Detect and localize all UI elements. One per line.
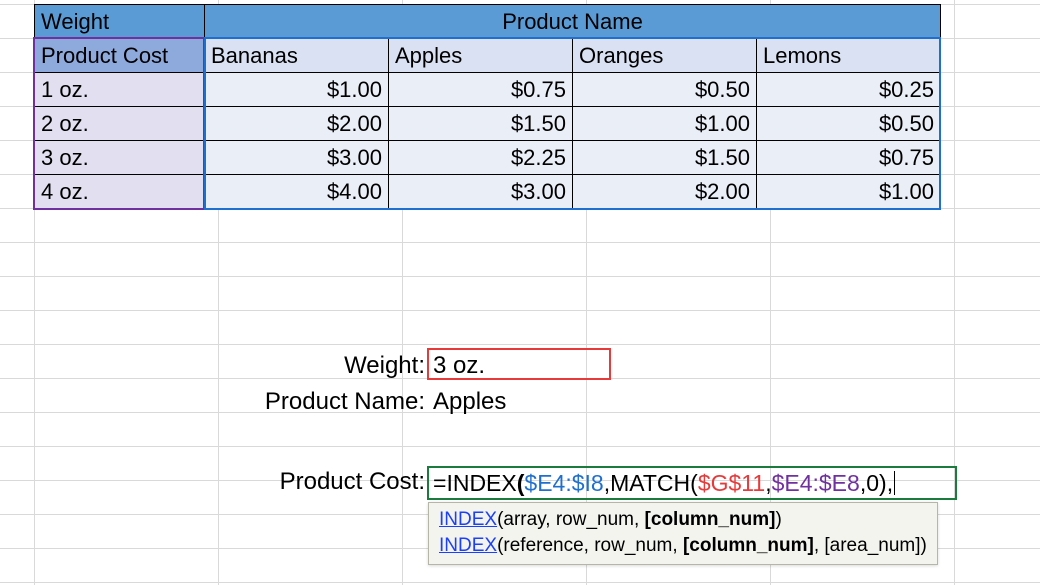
row-label-cell[interactable]: 2 oz. <box>35 107 205 141</box>
row-label-cell[interactable]: 1 oz. <box>35 73 205 107</box>
data-cell[interactable]: $0.75 <box>757 141 941 175</box>
weight-input-cell[interactable]: 3 oz. <box>429 350 613 382</box>
row-header-label-cell[interactable]: Product Cost <box>35 39 205 73</box>
tooltip-fn-link[interactable]: INDEX <box>439 535 497 556</box>
table-row[interactable]: 2 oz. $2.00 $1.50 $1.00 $0.50 <box>35 107 941 141</box>
product-cost-table[interactable]: Weight Product Name Product Cost Bananas… <box>34 4 941 209</box>
data-cell[interactable]: $0.50 <box>757 107 941 141</box>
text-caret-icon <box>894 471 895 495</box>
formula-edit-row: Product Cost: = INDEX ( $E4:$I8 , MATCH … <box>255 466 957 500</box>
product-cost-label: Product Cost: <box>255 466 425 496</box>
corner-header-label: Weight <box>41 9 109 34</box>
formula-rparen2: ) <box>879 470 887 497</box>
formula-input-cell[interactable]: = INDEX ( $E4:$I8 , MATCH ( $G$11 , $E4:… <box>427 466 957 500</box>
formula-fn-match: MATCH <box>610 470 690 497</box>
row-label-cell[interactable]: 4 oz. <box>35 175 205 209</box>
data-cell[interactable]: $1.50 <box>389 107 573 141</box>
weight-value: 3 oz. <box>433 352 485 380</box>
data-cell[interactable]: $1.50 <box>573 141 757 175</box>
data-cell[interactable]: $2.25 <box>389 141 573 175</box>
formula-lparen1: ( <box>517 470 525 497</box>
data-cell[interactable]: $2.00 <box>205 107 389 141</box>
product-name-value: Apples <box>433 388 506 416</box>
data-cell[interactable]: $4.00 <box>205 175 389 209</box>
data-cell[interactable]: $2.00 <box>573 175 757 209</box>
col-header-oranges[interactable]: Oranges <box>573 39 757 73</box>
formula-eq: = <box>433 470 446 497</box>
col-header-bananas[interactable]: Bananas <box>205 39 389 73</box>
corner-header-cell[interactable]: Weight <box>35 5 205 39</box>
product-name-input-cell[interactable]: Apples <box>429 386 613 418</box>
data-cell[interactable]: $3.00 <box>389 175 573 209</box>
tooltip-signature-1[interactable]: INDEX(array, row_num, [column_num]) <box>439 507 927 533</box>
data-cell[interactable]: $1.00 <box>573 107 757 141</box>
data-cell[interactable]: $0.75 <box>389 73 573 107</box>
span-header-label: Product Name <box>502 9 643 34</box>
tooltip-signature-2[interactable]: INDEX(reference, row_num, [column_num], … <box>439 533 927 559</box>
row-header-label: Product Cost <box>41 43 168 68</box>
formula-range-blue: $E4:$I8 <box>524 470 603 497</box>
data-cell[interactable]: $1.00 <box>205 73 389 107</box>
function-signature-tooltip[interactable]: INDEX(array, row_num, [column_num]) INDE… <box>428 502 938 565</box>
col-header-apples[interactable]: Apples <box>389 39 573 73</box>
formula-ref-red: $G$11 <box>698 470 765 497</box>
table-row[interactable]: 1 oz. $1.00 $0.75 $0.50 $0.25 <box>35 73 941 107</box>
data-cell[interactable]: $1.00 <box>757 175 941 209</box>
row-label-cell[interactable]: 3 oz. <box>35 141 205 175</box>
data-cell[interactable]: $0.25 <box>757 73 941 107</box>
formula-fn-index: INDEX <box>446 470 516 497</box>
data-cell[interactable]: $3.00 <box>205 141 389 175</box>
weight-label: Weight: <box>225 352 425 380</box>
tooltip-bold-arg: [column_num] <box>683 535 814 556</box>
formula-range-purple: $E4:$E8 <box>772 470 860 497</box>
col-header-lemons[interactable]: Lemons <box>757 39 941 73</box>
tooltip-bold-arg: [column_num] <box>645 509 776 530</box>
table-row[interactable]: 3 oz. $3.00 $2.25 $1.50 $0.75 <box>35 141 941 175</box>
product-name-label: Product Name: <box>225 388 425 416</box>
data-cell[interactable]: $0.50 <box>573 73 757 107</box>
formula-lparen2: ( <box>690 470 698 497</box>
formula-zero: 0 <box>866 470 879 497</box>
table-row[interactable]: 4 oz. $4.00 $3.00 $2.00 $1.00 <box>35 175 941 209</box>
tooltip-fn-link[interactable]: INDEX <box>439 509 497 530</box>
span-header-cell[interactable]: Product Name <box>205 5 941 39</box>
formula-comma: , <box>887 470 893 497</box>
lookup-section: Weight: 3 oz. Product Name: Apples <box>225 348 613 420</box>
